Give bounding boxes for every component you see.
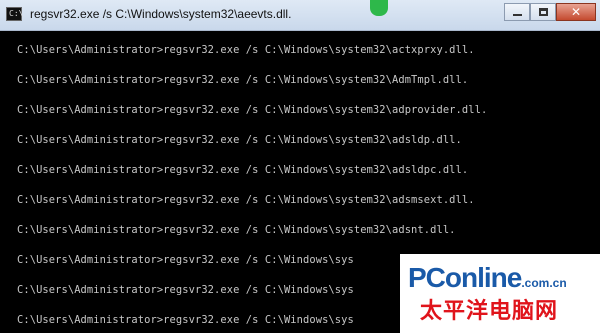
console-line: C:\Users\Administrator>regsvr32.exe /s C… <box>17 284 354 296</box>
console-line: C:\Users\Administrator>regsvr32.exe /s C… <box>17 254 354 266</box>
console-line: C:\Users\Administrator>regsvr32.exe /s C… <box>17 224 456 236</box>
console-icon-glyph: C:\ <box>9 9 24 18</box>
title-bar[interactable]: C:\ regsvr32.exe /s C:\Windows\system32\… <box>0 0 600 31</box>
watermark-brand-name: PConline <box>408 262 522 293</box>
minimize-icon <box>513 14 522 16</box>
console-line: C:\Users\Administrator>regsvr32.exe /s C… <box>17 104 488 116</box>
watermark-domain: .com.cn <box>521 276 567 290</box>
maximize-icon <box>539 8 548 16</box>
console-window: C:\ regsvr32.exe /s C:\Windows\system32\… <box>0 0 600 333</box>
maximize-button[interactable] <box>530 3 556 21</box>
console-line: C:\Users\Administrator>regsvr32.exe /s C… <box>17 74 469 86</box>
close-icon: ✕ <box>570 5 582 19</box>
console-line: C:\Users\Administrator>regsvr32.exe /s C… <box>17 164 469 176</box>
console-line: C:\Users\Administrator>regsvr32.exe /s C… <box>17 134 462 146</box>
console-line: C:\Users\Administrator>regsvr32.exe /s C… <box>17 194 475 206</box>
watermark-subtitle: 太平洋电脑网 <box>420 299 559 324</box>
console-line: C:\Users\Administrator>regsvr32.exe /s C… <box>17 44 475 56</box>
window-controls: ✕ <box>504 3 596 23</box>
console-line: C:\Users\Administrator>regsvr32.exe /s C… <box>17 314 354 326</box>
console-icon[interactable]: C:\ <box>6 7 24 21</box>
overlay-blob-icon <box>370 0 388 16</box>
close-button[interactable]: ✕ <box>556 3 596 21</box>
watermark-brand: PConline.com.cn <box>408 264 567 297</box>
window-title: regsvr32.exe /s C:\Windows\system32\aeev… <box>30 7 292 21</box>
minimize-button[interactable] <box>504 3 530 21</box>
pconline-watermark: PConline.com.cn 太平洋电脑网 <box>400 254 600 333</box>
